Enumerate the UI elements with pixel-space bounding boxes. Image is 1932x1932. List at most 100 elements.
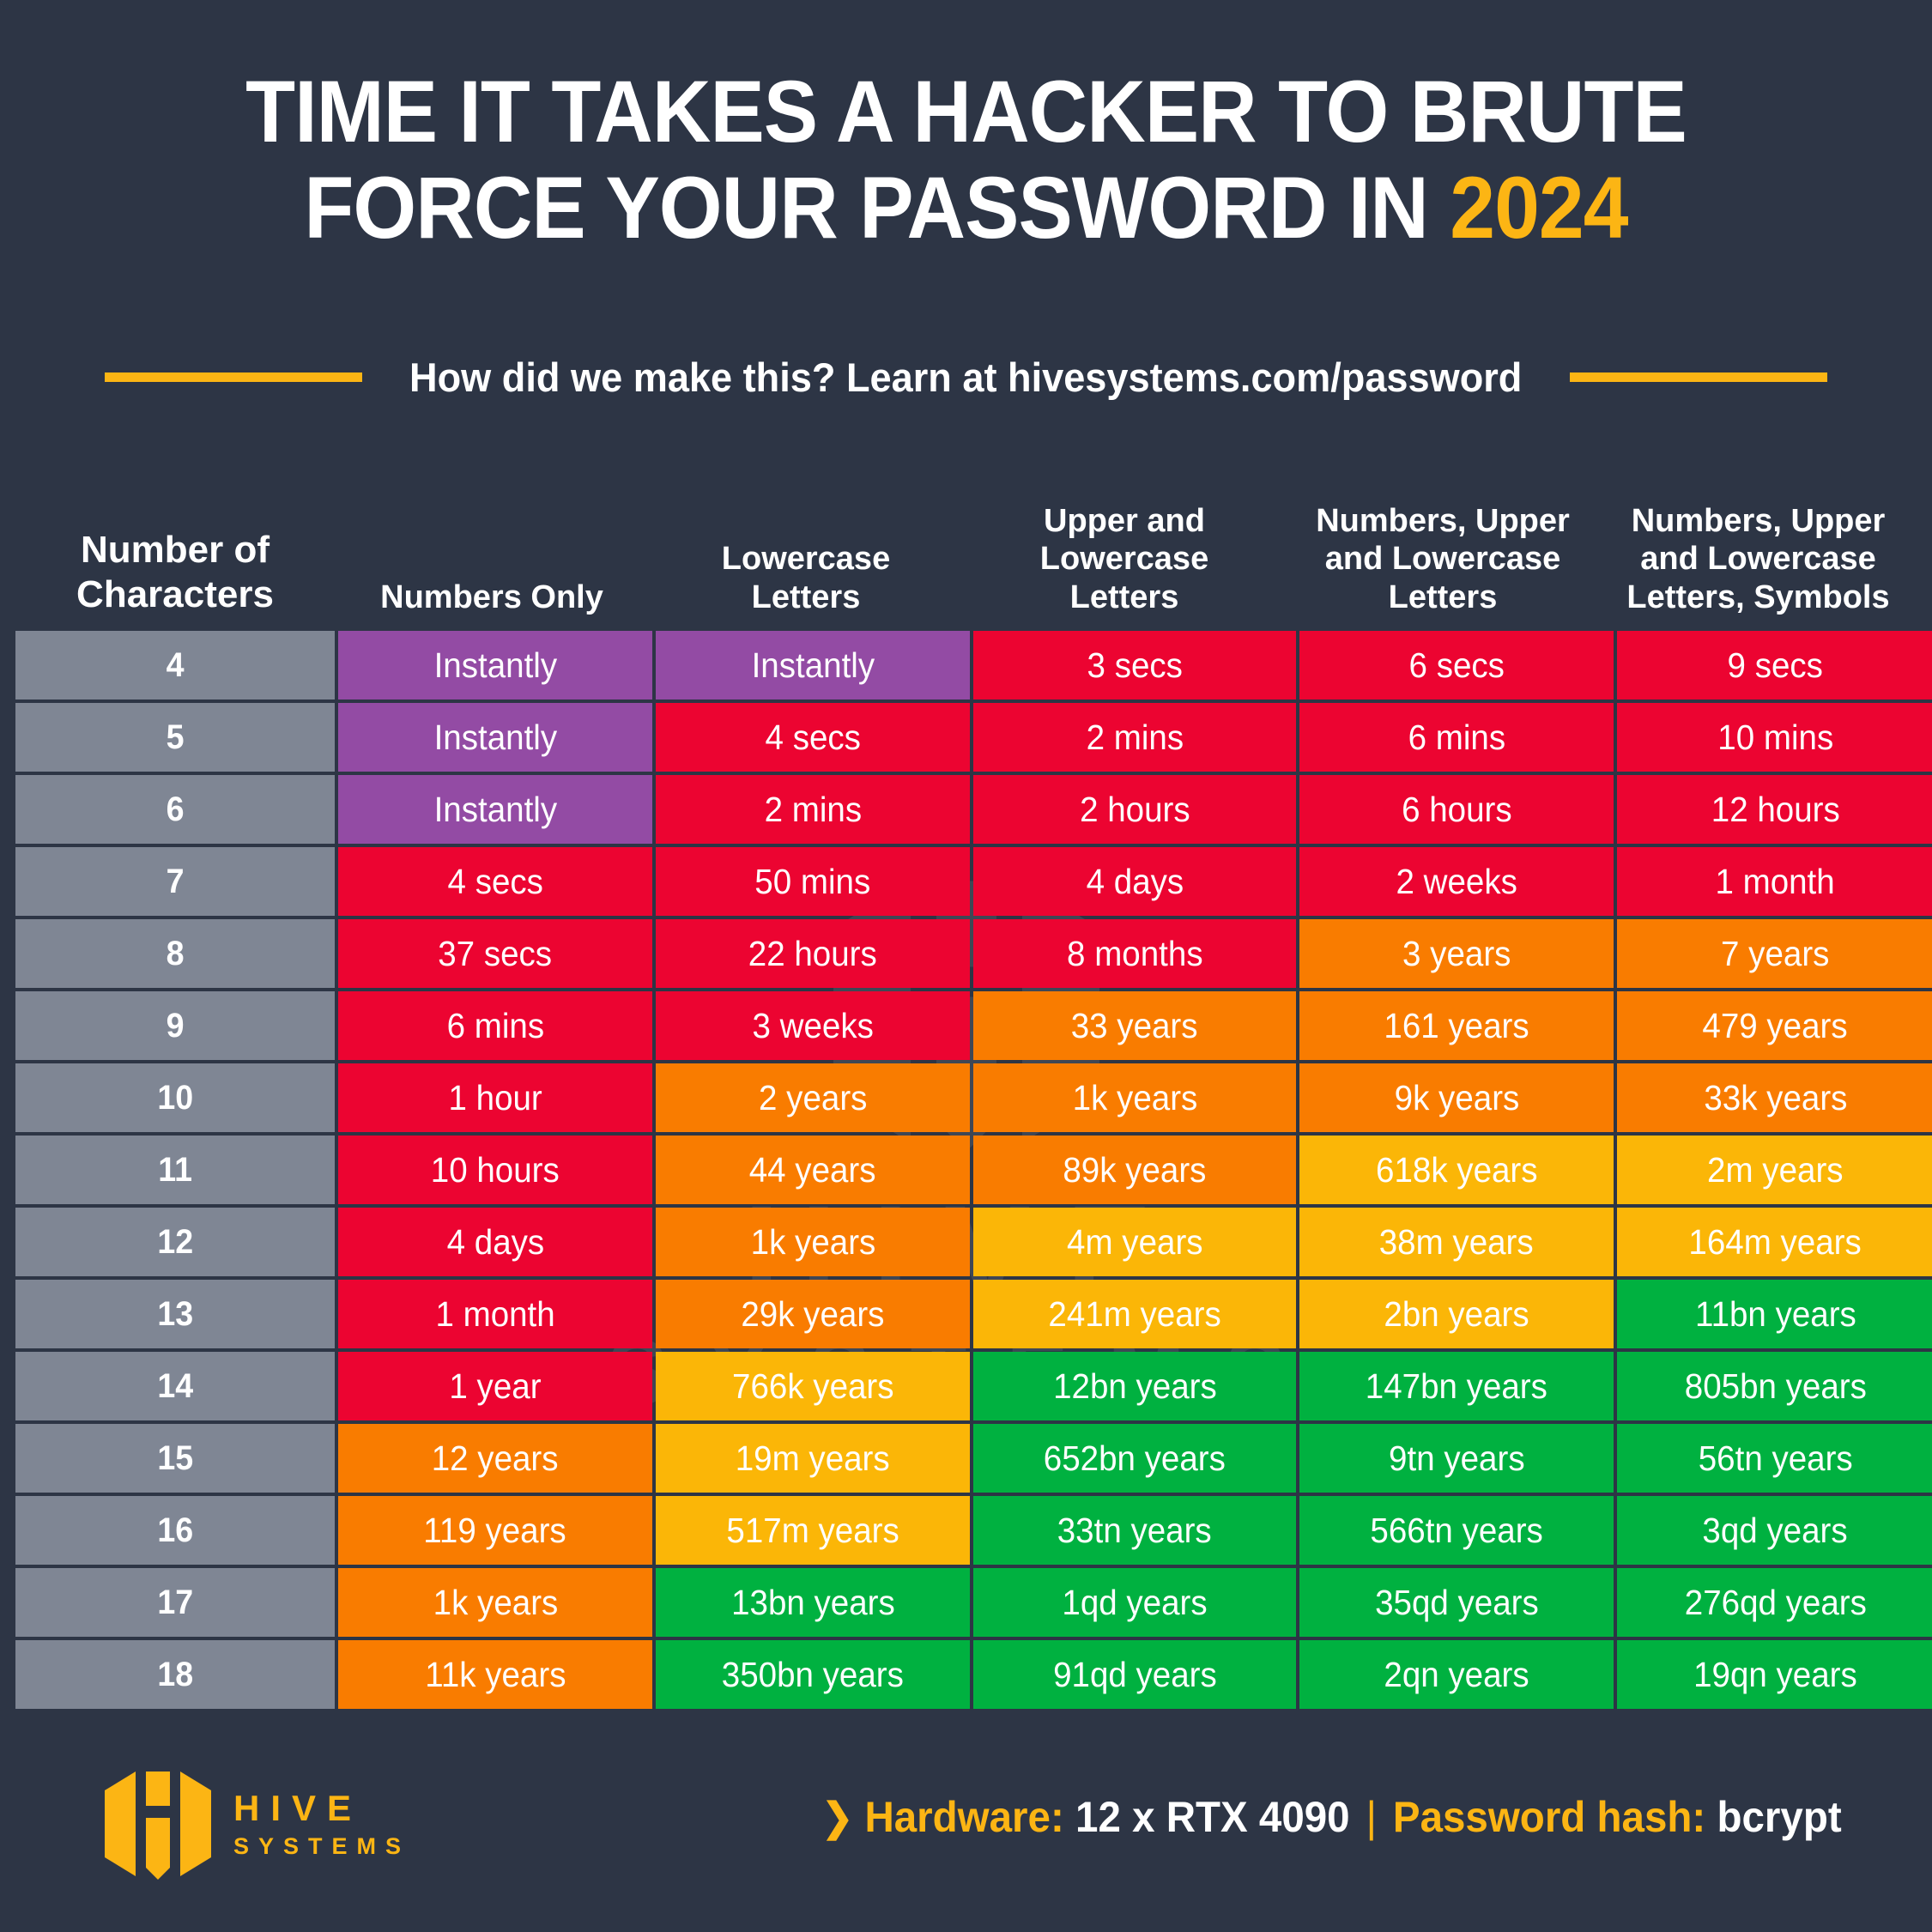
table-header-row: Number of Characters Numbers Only Lowerc… [15,446,1917,631]
crack-time-value: 241m years [1048,1293,1221,1334]
crack-time-value: 2m years [1707,1149,1844,1190]
crack-time-value: 37 secs [438,933,553,973]
hardware-value: 12 x RTX 4090 [1075,1793,1350,1841]
footer-metadata: ❯ Hardware: 12 x RTX 4090 | Password has… [822,1792,1842,1842]
crack-time-cell: 2 mins [973,703,1296,772]
column-header-number-of-characters: Number of Characters [76,529,274,616]
password-hash-value: bcrypt [1717,1793,1842,1841]
crack-time-cell: 164m years [1617,1208,1932,1276]
character-count-value: 4 [166,646,185,684]
table-body: 4 Instantly Instantly 3 secs 6 secs 9 secs 5 In… [15,631,1932,1709]
crack-time-value: 1 hour [448,1077,542,1117]
crack-time-cell: 12 hours [1617,775,1932,844]
crack-time-cell: 6 mins [338,991,652,1060]
crack-time-value: 1qd years [1062,1582,1208,1622]
row-header-character-count: 11 [15,1136,335,1204]
crack-time-cell: 6 secs [1299,631,1614,700]
chevron-right-icon: ❯ [821,1795,854,1839]
crack-time-value: 4m years [1066,1221,1203,1262]
crack-time-cell: 618k years [1299,1136,1614,1204]
crack-time-value: 805bn years [1684,1366,1867,1406]
crack-time-cell: 147bn years [1299,1352,1614,1420]
crack-time-value: Instantly [751,645,875,685]
title-line-1: TIME IT TAKES A HACKER TO BRUTE [245,63,1687,160]
character-count-value: 11 [158,1151,192,1189]
character-count-value: 6 [166,790,185,828]
crack-time-cell: 1 month [1617,847,1932,916]
crack-time-cell: 7 years [1617,919,1932,988]
crack-time-value: 29k years [741,1293,885,1334]
table-row: 12 4 days 1k years 4m years 38m years 164m ye… [15,1208,1932,1276]
hive-systems-logo[interactable]: HIVE SYSTEMS [101,1768,410,1880]
crack-time-cell: 29k years [656,1280,970,1348]
crack-time-value: 10 mins [1717,717,1833,757]
crack-time-cell: 9k years [1299,1063,1614,1132]
infographic-page: HIVE SYSTEMS TIME IT TAKES A HACKER TO B… [0,0,1932,1932]
crack-time-cell: 4m years [973,1208,1296,1276]
footer: HIVE SYSTEMS ❯ Hardware: 12 x RTX 4090 |… [0,1751,1932,1932]
row-header-character-count: 8 [15,919,335,988]
crack-time-value: 350bn years [721,1654,905,1694]
crack-time-value: 9 secs [1727,645,1824,685]
crack-time-value: 13bn years [730,1582,895,1622]
row-header-character-count: 7 [15,847,335,916]
crack-time-value: 7 years [1721,933,1830,973]
crack-time-value: 11k years [424,1654,566,1694]
crack-time-cell: 6 hours [1299,775,1614,844]
crack-time-value: 4 secs [765,717,861,757]
table-row: 9 6 mins 3 weeks 33 years 161 years 479 years [15,991,1932,1060]
column-header-upper-and-lowercase-letters: Upper and Lowercase Letters [1039,502,1209,616]
crack-time-value: 164m years [1688,1221,1862,1262]
crack-time-value: 50 mins [754,861,871,901]
crack-time-value: 9k years [1394,1077,1519,1117]
password-crack-time-table: Number of Characters Numbers Only Lowerc… [15,446,1932,1712]
crack-time-cell: 3qd years [1617,1496,1932,1565]
crack-time-cell: 6 mins [1299,703,1614,772]
password-hash-label: Password hash: [1393,1793,1706,1841]
table-row: 18 11k years 350bn years 91qd years 2qn year… [15,1640,1932,1709]
crack-time-cell: 89k years [973,1136,1296,1204]
crack-time-cell: 2m years [1617,1136,1932,1204]
crack-time-cell: 8 months [973,919,1296,988]
table-row: 11 10 hours 44 years 89k years 618k years 2m … [15,1136,1932,1204]
title-year: 2024 [1450,159,1628,257]
crack-time-value: 2qn years [1384,1654,1529,1694]
crack-time-cell: 4 secs [338,847,652,916]
crack-time-value: 33 years [1071,1005,1198,1045]
row-header-character-count: 18 [15,1640,335,1709]
character-count-value: 18 [157,1656,193,1693]
row-header-character-count: 4 [15,631,335,700]
character-count-value: 8 [166,935,185,972]
crack-time-cell: 91qd years [973,1640,1296,1709]
character-count-value: 17 [157,1584,193,1621]
row-header-character-count: 9 [15,991,335,1060]
crack-time-cell: Instantly [338,775,652,844]
crack-time-cell: 33k years [1617,1063,1932,1132]
crack-time-value: 10 hours [431,1149,560,1190]
table-row: 13 1 month 29k years 241m years 2bn years 11b… [15,1280,1932,1348]
row-header-character-count: 13 [15,1280,335,1348]
crack-time-cell: 161 years [1299,991,1614,1060]
crack-time-cell: 37 secs [338,919,652,988]
crack-time-cell: 4 days [973,847,1296,916]
crack-time-cell: 766k years [656,1352,970,1420]
crack-time-value: Instantly [433,789,557,829]
crack-time-cell: 33 years [973,991,1296,1060]
page-title: TIME IT TAKES A HACKER TO BRUTE FORCE YO… [0,64,1932,256]
table-row: 5 Instantly 4 secs 2 mins 6 mins 10 mins [15,703,1932,772]
character-count-value: 16 [157,1511,193,1549]
crack-time-cell: 652bn years [973,1424,1296,1493]
crack-time-cell: 119 years [338,1496,652,1565]
table-row: 7 4 secs 50 mins 4 days 2 weeks 1 month [15,847,1932,916]
crack-time-value: 1 year [449,1366,542,1406]
crack-time-value: 19qn years [1693,1654,1857,1694]
table-row: 16 119 years 517m years 33tn years 566tn yea… [15,1496,1932,1565]
crack-time-value: 566tn years [1370,1510,1543,1550]
crack-time-value: 2 hours [1079,789,1190,829]
crack-time-value: 6 secs [1408,645,1505,685]
table-row: 17 1k years 13bn years 1qd years 35qd years 2… [15,1568,1932,1637]
crack-time-value: 1 month [435,1293,555,1334]
row-header-character-count: 5 [15,703,335,772]
crack-time-cell: 2qn years [1299,1640,1614,1709]
crack-time-value: 33tn years [1057,1510,1212,1550]
